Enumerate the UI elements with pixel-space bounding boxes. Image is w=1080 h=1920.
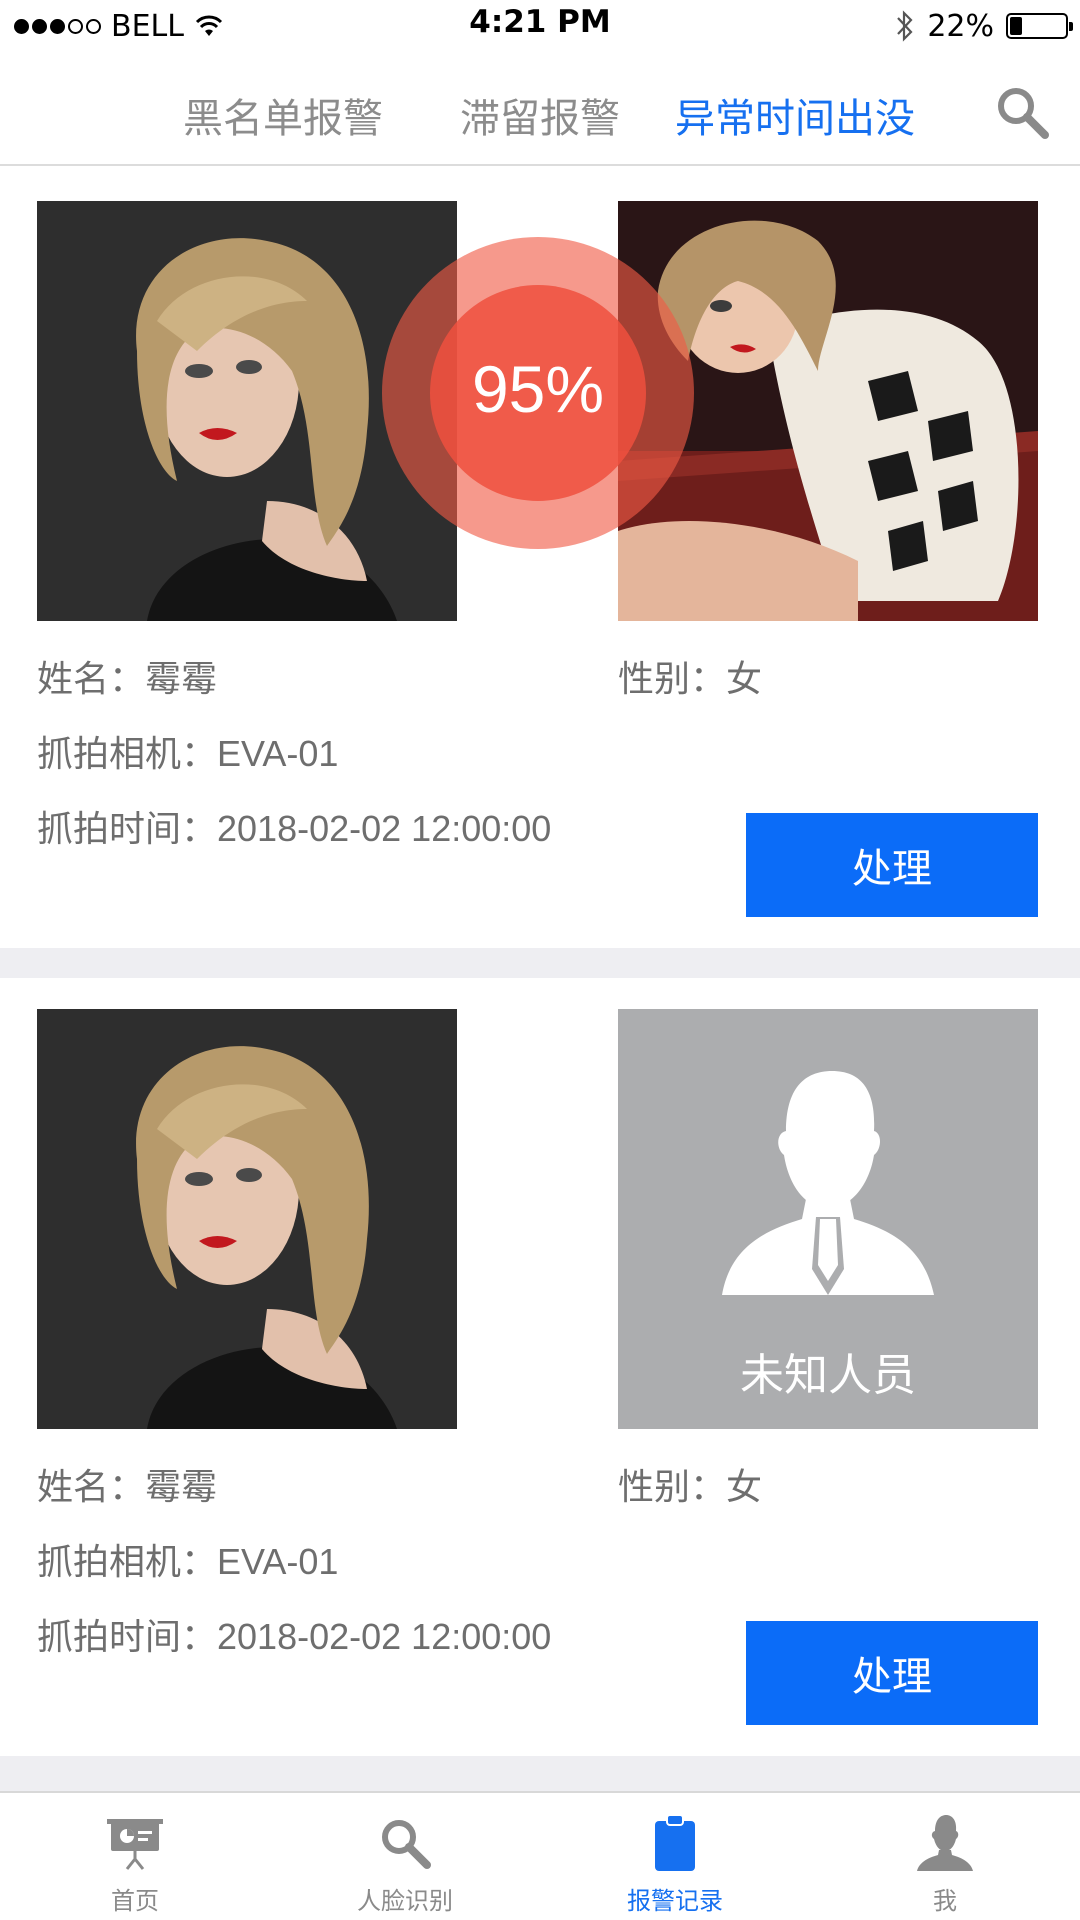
battery-percentage: 22% [927,8,994,44]
gender-label: 性别： [618,1467,727,1508]
card-separator [0,1756,1080,1791]
name-label: 姓名： [37,1467,146,1508]
gender-field: 性别：女 [618,650,762,702]
name-value: 霉霉 [145,1467,218,1508]
camera-value: EVA-01 [217,1541,339,1582]
user-icon [917,1815,973,1871]
captured-photo[interactable] [37,1009,457,1429]
capture-time-label: 抓拍时间： [37,1617,218,1658]
tabbar-label: 首页 [111,1887,159,1915]
camera-field: 抓拍相机：EVA-01 [37,725,338,777]
gender-value: 女 [726,659,763,700]
tabbar-item-home[interactable]: 首页 [0,1793,270,1920]
tabbar-item-face-recognition[interactable]: 人脸识别 [270,1793,540,1920]
name-value: 霉霉 [145,659,218,700]
tabbar-label: 人脸识别 [357,1887,453,1915]
name-label: 姓名： [37,659,146,700]
unknown-person-placeholder: 未知人员 [618,1009,1038,1429]
handle-button[interactable]: 处理 [746,813,1038,917]
status-right: 22% [895,6,1073,46]
tabbar-label: 报警记录 [627,1887,723,1915]
capture-time-label: 抓拍时间： [37,809,218,850]
capture-time-value: 2018-02-02 12:00:00 [217,1616,552,1657]
similarity-value: 95% [471,352,605,426]
tab-blacklist-alarm[interactable]: 黑名单报警 [183,86,383,144]
tabbar-item-alarm-records[interactable]: 报警记录 [540,1793,810,1920]
clipboard-icon [655,1814,695,1871]
capture-time-field: 抓拍时间：2018-02-02 12:00:00 [37,800,551,852]
tab-stay-alarm[interactable]: 滞留报警 [460,86,620,144]
capture-time-field: 抓拍时间：2018-02-02 12:00:00 [37,1608,551,1660]
gender-label: 性别： [618,659,727,700]
tab-abnormal-time[interactable]: 异常时间出没 [675,86,915,144]
gender-value: 女 [726,1467,763,1508]
bottom-tab-bar: 首页 人脸识别 报警记录 我 [0,1791,1080,1920]
tabbar-label: 我 [933,1887,957,1915]
camera-label: 抓拍相机： [37,734,218,775]
gender-field: 性别：女 [618,1458,762,1510]
bluetooth-icon [897,10,913,42]
alarm-card: 未知人员 姓名：霉霉 性别：女 抓拍相机：EVA-01 抓拍时间：2018-02… [0,978,1080,1758]
tabbar-item-me[interactable]: 我 [810,1793,1080,1920]
name-field: 姓名：霉霉 [37,1458,217,1510]
search-icon [382,1820,431,1869]
battery-icon [1006,13,1073,39]
capture-time-value: 2018-02-02 12:00:00 [217,808,552,849]
camera-label: 抓拍相机： [37,1542,218,1583]
name-field: 姓名：霉霉 [37,650,217,702]
alarm-type-tabs: 黑名单报警 滞留报警 异常时间出没 [0,52,1080,166]
search-icon[interactable] [992,82,1052,142]
card-separator [0,948,1080,978]
handle-button[interactable]: 处理 [746,1621,1038,1725]
alarm-card: 95% 姓名：霉霉 性别：女 抓拍相机：EVA-01 抓拍时间：2018-02-… [0,170,1080,950]
camera-field: 抓拍相机：EVA-01 [37,1533,338,1585]
presentation-icon [107,1819,163,1870]
unknown-person-label: 未知人员 [740,1350,916,1401]
status-bar: BELL 4:21 PM 22% [0,0,1080,52]
similarity-badge: 95% [382,237,694,549]
person-silhouette-icon [722,1071,934,1295]
camera-value: EVA-01 [217,733,339,774]
